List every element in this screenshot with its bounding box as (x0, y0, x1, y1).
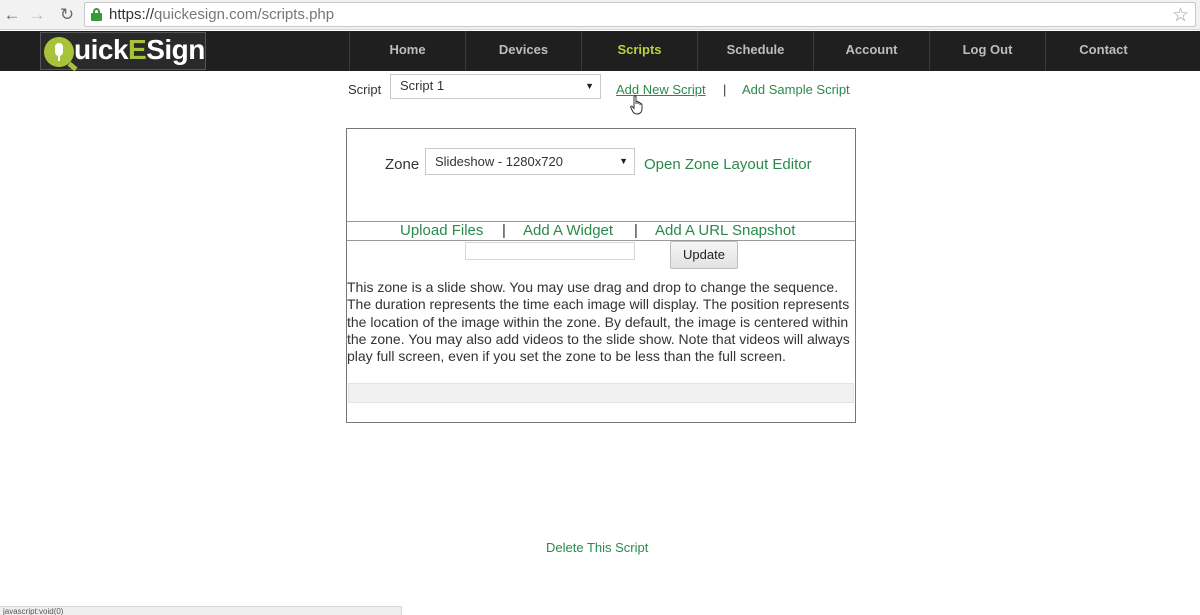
logo-prefix: uick (74, 34, 129, 65)
browser-toolbar: ← → ↻ https://quickesign.com/scripts.php… (0, 0, 1200, 30)
dropdown-arrow-icon: ▼ (619, 156, 628, 166)
delete-script-link[interactable]: Delete This Script (546, 540, 648, 555)
dropdown-arrow-icon: ▼ (585, 81, 594, 91)
update-button[interactable]: Update (670, 241, 738, 269)
zone-text-input[interactable] (465, 242, 635, 260)
q-microphone-icon (44, 37, 74, 67)
add-sample-script-link[interactable]: Add Sample Script (742, 82, 850, 97)
address-bar[interactable]: https://quickesign.com/scripts.php ☆ (84, 2, 1196, 27)
quickesign-logo[interactable]: uickESign (40, 32, 206, 70)
url-path: quickesign.com/scripts.php (154, 6, 335, 23)
url-text: https://quickesign.com/scripts.php (109, 6, 334, 23)
add-url-snapshot-link[interactable]: Add A URL Snapshot (655, 222, 795, 239)
link-separator: | (723, 82, 727, 97)
nav-schedule[interactable]: Schedule (697, 31, 813, 71)
bookmark-star-icon[interactable]: ☆ (1172, 4, 1189, 27)
browser-status-bar: javascript:void(0) (0, 606, 402, 615)
script-select[interactable]: Script 1 ▼ (390, 74, 601, 99)
forward-arrow-icon[interactable]: → (26, 4, 48, 26)
action-separator: | (634, 222, 638, 239)
url-scheme: https:// (109, 6, 155, 23)
nav-scripts[interactable]: Scripts (581, 31, 697, 71)
add-widget-link[interactable]: Add A Widget (523, 222, 613, 239)
back-arrow-icon[interactable]: ← (1, 4, 23, 26)
reload-icon[interactable]: ↻ (56, 4, 78, 26)
zone-item-list[interactable] (348, 383, 854, 403)
logo-text: uickESign (74, 34, 205, 66)
nav-contact[interactable]: Contact (1045, 31, 1161, 71)
zone-panel: Zone Slideshow - 1280x720 ▼ Open Zone La… (346, 128, 856, 423)
nav-devices[interactable]: Devices (465, 31, 581, 71)
zone-actions-bar: Upload Files | Add A Widget | Add A URL … (347, 221, 855, 241)
action-separator: | (502, 222, 506, 239)
script-label: Script (348, 82, 382, 97)
zone-description: This zone is a slide show. You may use d… (347, 279, 850, 365)
lock-icon (91, 8, 102, 21)
nav-log-out[interactable]: Log Out (929, 31, 1045, 71)
logo-suffix: Sign (146, 34, 205, 65)
script-select-value: Script 1 (400, 78, 445, 93)
open-zone-layout-editor-link[interactable]: Open Zone Layout Editor (644, 156, 812, 173)
zone-select[interactable]: Slideshow - 1280x720 ▼ (425, 148, 635, 175)
site-navigation: uickESign Home Devices Scripts Schedule … (0, 31, 1200, 71)
main-menu: Home Devices Scripts Schedule Account Lo… (349, 31, 1161, 71)
logo-accent: E (128, 34, 147, 65)
nav-account[interactable]: Account (813, 31, 929, 71)
hand-cursor-icon (630, 95, 643, 115)
nav-home[interactable]: Home (349, 31, 465, 71)
upload-files-link[interactable]: Upload Files (400, 222, 483, 239)
zone-label: Zone (385, 156, 420, 173)
zone-select-value: Slideshow - 1280x720 (435, 154, 563, 169)
